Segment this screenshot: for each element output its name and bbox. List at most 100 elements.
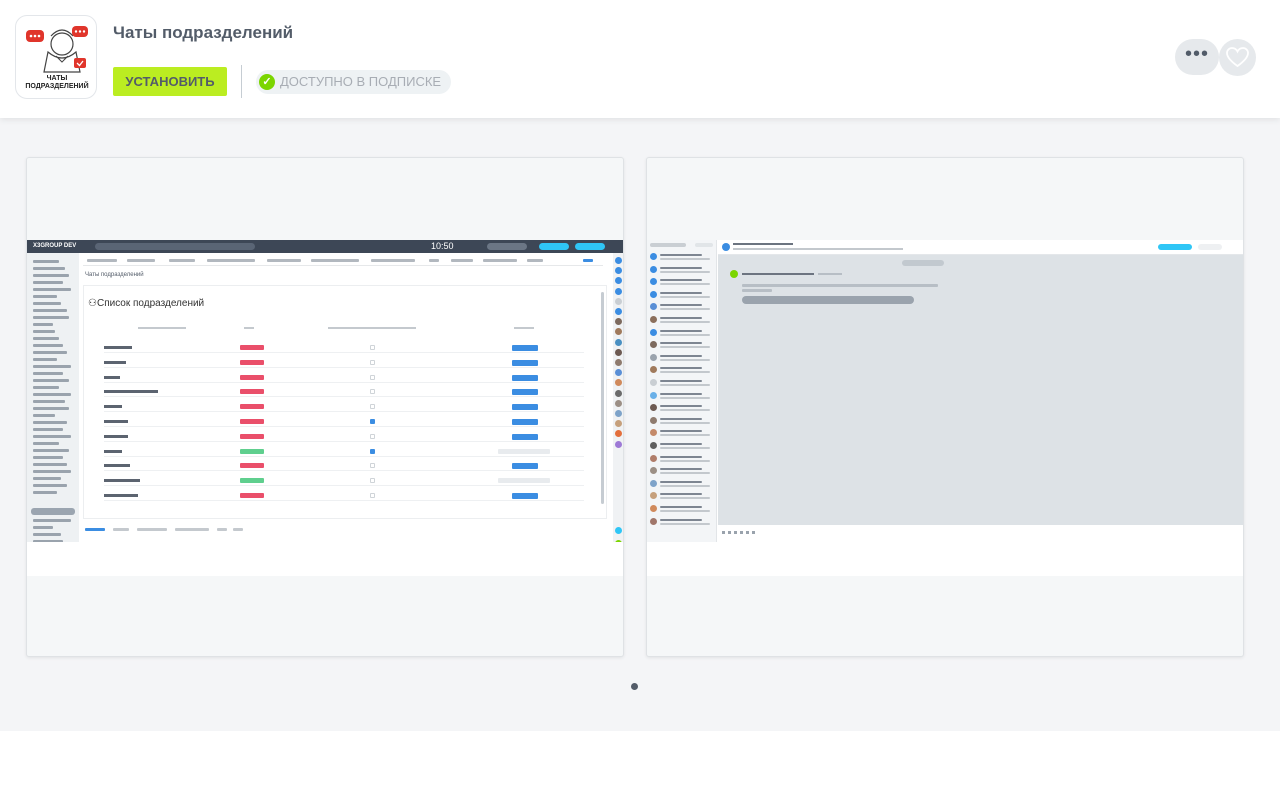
mini-row-row [104, 440, 584, 442]
mini-chat-area [718, 255, 1243, 525]
mini-chat-item [650, 492, 714, 501]
mini-chat-name [660, 317, 702, 319]
mini-panel: ⚇Список подразделений [83, 285, 607, 519]
mini-date-chip [902, 260, 944, 266]
mini-chat-preview [660, 371, 710, 374]
mini-chat-avatar [650, 290, 657, 298]
mini-row-row [104, 470, 584, 472]
mini-chat-preview [660, 346, 710, 349]
mini-chat-preview [660, 434, 710, 437]
mini-message-bubble [742, 296, 914, 304]
mini-logo: X3GROUP DEV [33, 243, 77, 249]
mini-chat-preview [660, 497, 710, 500]
favorite-button[interactable] [1219, 39, 1256, 76]
mini-chat-avatar [650, 454, 657, 462]
screenshot-2[interactable] [646, 157, 1244, 657]
mini-row-blue [512, 374, 538, 381]
mini-chat-avatar [650, 479, 657, 487]
pagination-dot[interactable] [631, 683, 638, 690]
mini-scrollbar [601, 292, 604, 504]
mini-chat-avatar [650, 328, 657, 336]
mini-avatar [615, 348, 622, 356]
mini-row-gray [498, 448, 550, 454]
mini-chat-item [650, 391, 714, 401]
mini-avatar [615, 379, 622, 387]
screenshot-2-image [647, 240, 1243, 576]
mini-chat-item [650, 404, 714, 413]
mini-avatar [615, 308, 622, 315]
mini-users-icon: ⚇ [88, 298, 97, 309]
mini-search [95, 243, 255, 250]
mini-chat-avatar [650, 404, 657, 412]
mini-row-row [104, 411, 584, 413]
mini-row-red [240, 419, 264, 424]
mini-chat-preview [660, 396, 710, 399]
mini-row-name [104, 420, 128, 423]
mini-chat-avatar [650, 467, 657, 475]
mini-chat-name [660, 430, 702, 433]
mini-pill [575, 243, 605, 250]
mini-chat-item [650, 265, 714, 275]
mini-sidebar-selected [31, 508, 75, 515]
mini-row-blue [512, 345, 538, 351]
mini-chat-name [660, 380, 702, 382]
subscription-badge: ✓ Доступно в подписке [256, 70, 452, 94]
mini-row-blue [512, 404, 538, 411]
check-circle-icon: ✓ [259, 74, 275, 90]
mini-row-cb [370, 345, 375, 350]
mini-row-cb [370, 404, 375, 410]
mini-chat-name [660, 304, 702, 307]
mini-chat-item [650, 328, 714, 338]
mini-chat-avatar [650, 265, 657, 273]
mini-chat-item [650, 341, 714, 350]
mini-chat-item [650, 366, 714, 375]
mini-chat-name [660, 329, 702, 332]
mini-avatar [615, 410, 622, 417]
mini-row-cb on [370, 448, 375, 454]
mini-chat-header [718, 240, 1243, 255]
mini-chat-avatar [650, 379, 657, 386]
mini-row-name [104, 434, 128, 438]
mini-pill [539, 243, 569, 250]
screenshot-1[interactable]: X3GROUP DEV 10:50 Чаты подразделений ⚇Сп… [26, 157, 624, 657]
mini-chat-item [650, 454, 714, 464]
mini-chat-avatar [650, 416, 657, 424]
mini-chat-name [660, 443, 702, 445]
mini-chat-preview [660, 522, 710, 525]
mini-row-blue [512, 493, 538, 499]
mini-chat-name [660, 405, 702, 408]
app-icon: ЧАТЫ ПОДРАЗДЕЛЕНИЙ [15, 15, 97, 99]
mini-chat-item [650, 442, 714, 451]
mini-row-name [104, 449, 122, 453]
mini-chat-preview [660, 459, 710, 462]
mini-row-name [104, 346, 132, 349]
mini-chat-name [660, 518, 702, 521]
install-button[interactable]: Установить [113, 67, 227, 96]
mini-chat-avatar [650, 391, 657, 399]
mini-row-name [104, 375, 120, 379]
mini-avatar [615, 369, 622, 377]
mini-row-name [104, 390, 158, 394]
mini-status-dot [615, 527, 622, 534]
mini-avatar [615, 440, 622, 448]
mini-row-blue [512, 463, 538, 470]
more-button[interactable]: ••• [1175, 39, 1219, 75]
mini-bottom [647, 542, 1243, 576]
mini-chat-name [660, 342, 702, 345]
mini-footer [83, 525, 603, 535]
mini-chat-name [660, 266, 702, 269]
mini-row-name [104, 405, 122, 409]
mini-chat-item [650, 505, 714, 514]
divider [241, 65, 242, 98]
mini-chat-preview [660, 283, 710, 286]
mini-chat-item [650, 467, 714, 476]
mini-row-red [240, 345, 264, 350]
mini-row-red [240, 493, 264, 498]
mini-avatar [615, 297, 622, 305]
mini-row-green [240, 478, 264, 484]
mini-chat-name [660, 417, 702, 420]
mini-row-cb [370, 374, 375, 380]
mini-row-row [104, 396, 584, 398]
mini-chat-avatar [650, 353, 657, 361]
mini-right-panel [613, 253, 623, 576]
